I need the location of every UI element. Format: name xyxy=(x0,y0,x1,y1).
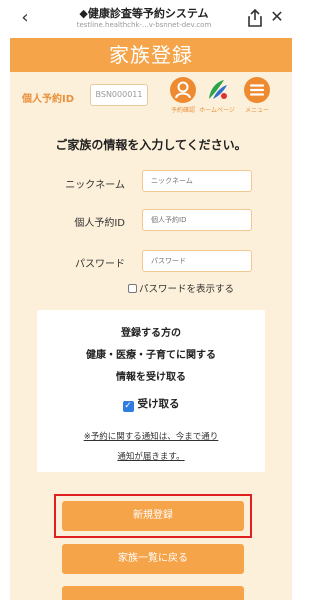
personal-id-field[interactable] xyxy=(142,209,252,231)
personal-id-label: 個人予約ID xyxy=(74,218,125,229)
show-password-label: パスワードを表示する xyxy=(139,284,235,295)
back-to-family-list-button[interactable]: 家族一覧に戻る xyxy=(62,544,244,574)
browser-title: ◆健康診査等予約システム xyxy=(79,7,209,20)
reservation-id-label: 個人予約ID xyxy=(22,94,75,105)
browser-bar: ‹ ◆健康診査等予約システム testline.healthchk-...v-b… xyxy=(10,0,292,38)
show-password-checkbox[interactable] xyxy=(128,284,137,293)
browser-url[interactable]: testline.healthchk-...v-bsnnet-dev.com xyxy=(44,21,244,29)
password-field[interactable] xyxy=(142,250,252,272)
form-heading: ご家族の情報を入力してください。 xyxy=(55,138,247,152)
menu-icon[interactable] xyxy=(244,77,270,103)
receive-checkbox-row[interactable]: ✓ 受け取る xyxy=(37,396,265,412)
notice-line-3: 情報を受け取る xyxy=(116,372,186,383)
bottom-button-partial[interactable] xyxy=(62,586,244,600)
info-row: 個人予約ID BSN000011 予約確認 ホームページ メニュー xyxy=(10,72,292,124)
notice-card: 登録する方の 健康・医療・子育てに関する 情報を受け取る ✓ 受け取る ※予約に関… xyxy=(37,310,265,472)
share-icon[interactable] xyxy=(246,8,264,28)
notice-note-line-2: 通知が届きます。 xyxy=(117,452,185,462)
password-label: パスワード xyxy=(75,259,125,270)
notice-line-2: 健康・医療・子育てに関する xyxy=(86,350,216,361)
reservation-id-value: BSN000011 xyxy=(90,84,148,106)
register-button[interactable]: 新規登録 xyxy=(62,501,244,531)
nickname-field[interactable] xyxy=(142,170,252,192)
phone-screen: ‹ ◆健康診査等予約システム testline.healthchk-...v-b… xyxy=(10,0,292,600)
notice-line-1: 登録する方の xyxy=(121,328,181,339)
leaf-logo-icon[interactable] xyxy=(204,77,230,103)
user-icon[interactable] xyxy=(170,77,196,103)
page-title: 家族登録 xyxy=(109,43,193,67)
page-content: 家族登録 個人予約ID BSN000011 予約確認 ホームページ メニュー ご… xyxy=(10,38,292,600)
close-icon[interactable]: ✕ xyxy=(268,7,286,27)
notice-note-line-1: ※予約に関する通知は、今まで通り xyxy=(83,432,219,442)
show-password-toggle[interactable]: パスワードを表示する xyxy=(128,281,234,295)
receive-label: 受け取る xyxy=(137,398,180,410)
nickname-label: ニックネーム xyxy=(65,180,125,191)
nav-label-menu[interactable]: メニュー xyxy=(232,105,282,114)
page-header: 家族登録 xyxy=(10,38,292,72)
chevron-left-icon[interactable]: ‹ xyxy=(16,8,34,28)
check-icon[interactable]: ✓ xyxy=(122,401,134,412)
